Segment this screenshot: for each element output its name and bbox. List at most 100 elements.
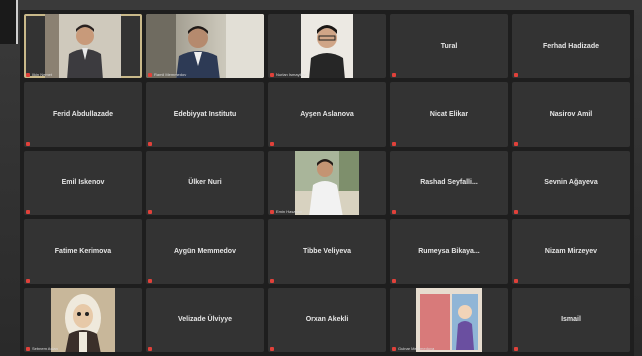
mic-muted-icon (26, 210, 30, 215)
tile-mic-tag (148, 141, 152, 146)
mic-muted-icon (514, 278, 518, 283)
mic-muted-icon (26, 141, 30, 146)
tile-mic-tag (392, 210, 396, 215)
participant-name: Ülker Nuri (188, 179, 222, 187)
mic-muted-icon (270, 141, 274, 146)
tile-name-tag: Nurlan Ismayilov (270, 72, 306, 77)
person-photo-icon (416, 287, 482, 352)
participant-video (45, 14, 121, 79)
participant-tile[interactable]: Edebiyyat Institutu (146, 82, 264, 147)
participant-tile[interactable]: Tural (390, 14, 508, 79)
tile-mic-tag (26, 141, 30, 146)
participant-name: Aygün Memmedov (174, 247, 236, 255)
participant-name: Nicat Elikar (429, 111, 469, 119)
tile-mic-tag (270, 347, 274, 351)
mic-muted-icon (392, 278, 396, 283)
person-icon (45, 14, 121, 79)
mic-muted-icon (148, 210, 152, 215)
tile-mic-tag (392, 278, 396, 283)
mic-muted-icon (270, 278, 274, 283)
mic-muted-icon (148, 278, 152, 283)
tile-name-tag: Gulnar Memmedova (392, 346, 434, 351)
participant-tile[interactable]: Ilkin Nemet (24, 14, 142, 79)
participant-name: Fatime Kerimova (54, 247, 112, 255)
participant-tile[interactable]: Ferid Abdullazade (24, 82, 142, 147)
participant-tile[interactable]: Nicat Elikar (390, 82, 508, 147)
participant-tile[interactable]: Aygün Memmedov (146, 219, 264, 284)
tile-mic-tag (392, 73, 396, 78)
tile-mic-tag (514, 347, 518, 351)
mic-muted-icon (148, 72, 152, 77)
participant-name: Ferhad Hadizade (542, 42, 599, 50)
participant-tile[interactable]: Gulnar Memmedova (390, 287, 508, 352)
participant-video (295, 150, 359, 216)
tile-mic-tag (270, 141, 274, 146)
participant-tile[interactable]: Orxan Akekli (268, 287, 386, 352)
participant-tile[interactable]: Ferhad Hadizade (512, 14, 630, 79)
participant-video (146, 14, 264, 79)
participant-tile[interactable]: Velizade Ülviyye (146, 287, 264, 352)
person-icon (301, 14, 353, 79)
tile-name-tag: Ramil Memmedov (148, 72, 186, 77)
mic-muted-icon (392, 73, 396, 78)
participant-name: Edebiyyat Institutu (173, 111, 237, 119)
tile-mic-tag (148, 347, 152, 351)
participant-tile[interactable]: Ismail (512, 287, 630, 352)
participant-tile[interactable]: Nurlan Ismayilov (268, 14, 386, 79)
participant-name: Rashad Seyfalli... (420, 179, 478, 187)
tile-name-tag: Emin Hasanov (270, 209, 302, 214)
participant-name: Ismail (561, 316, 581, 324)
mic-muted-icon (392, 141, 396, 146)
participant-tile[interactable]: Rumeysa Bikaya... (390, 219, 508, 284)
tile-mic-tag (26, 278, 30, 283)
participant-tile[interactable]: Tibbe Veliyeva (268, 219, 386, 284)
tile-mic-tag (148, 278, 152, 283)
participant-tile[interactable]: Ayşen Aslanova (268, 82, 386, 147)
tile-mic-tag (514, 278, 518, 283)
mic-muted-icon (514, 210, 518, 215)
participant-tile[interactable]: Fatime Kerimova (24, 219, 142, 284)
participant-tile[interactable]: Sevnin Ağayeva (512, 150, 630, 216)
participant-name: Nizam Mirzeyev (544, 247, 598, 255)
mic-muted-icon (514, 73, 518, 78)
meeting-gallery: Ilkin Nemet Ramil Memmedov Nurlan Ismayi… (20, 10, 634, 356)
mic-muted-icon (270, 72, 274, 77)
participant-name: Tural (440, 42, 458, 50)
participant-name: Ferid Abdullazade (52, 111, 114, 119)
tile-mic-tag (392, 141, 396, 146)
participant-video (301, 14, 353, 79)
participant-tile[interactable]: Emin Hasanov (268, 150, 386, 216)
participant-name: Tibbe Veliyeva (302, 247, 352, 255)
participant-name: Sevnin Ağayeva (544, 179, 598, 187)
participant-tile[interactable]: Ramil Memmedov (146, 14, 264, 79)
mic-muted-icon (392, 210, 396, 215)
participant-video (416, 287, 482, 352)
participant-tile[interactable]: Nizam Mirzeyev (512, 219, 630, 284)
tile-name-tag: Ilkin Nemet (26, 72, 52, 77)
tile-mic-tag (514, 141, 518, 146)
participant-video (51, 287, 115, 352)
mic-muted-icon (270, 209, 274, 214)
tile-mic-tag (26, 210, 30, 215)
participant-name: Rumeysa Bikaya... (418, 247, 480, 255)
participant-tile[interactable]: Sebnem Aslan (24, 287, 142, 352)
participant-name: Nasirov Amil (549, 111, 593, 119)
participant-name: Emil Iskenov (61, 179, 105, 187)
tile-mic-tag (514, 73, 518, 78)
mic-muted-icon (26, 278, 30, 283)
mic-muted-icon (514, 141, 518, 146)
participant-name: Velizade Ülviyye (177, 316, 233, 324)
participant-tile[interactable]: Ülker Nuri (146, 150, 264, 216)
participant-name: Ayşen Aslanova (300, 111, 354, 119)
participant-tile[interactable]: Emil Iskenov (24, 150, 142, 216)
participant-name: Orxan Akekli (305, 316, 349, 324)
participant-tile[interactable]: Rashad Seyfalli... (390, 150, 508, 216)
person-icon (146, 14, 264, 79)
mic-muted-icon (26, 72, 30, 77)
tile-name-tag: Sebnem Aslan (26, 346, 58, 351)
tile-mic-tag (514, 210, 518, 215)
mic-muted-icon (392, 346, 396, 351)
participant-tile[interactable]: Nasirov Amil (512, 82, 630, 147)
cartoon-avatar-icon (51, 287, 115, 352)
tile-mic-tag (270, 278, 274, 283)
